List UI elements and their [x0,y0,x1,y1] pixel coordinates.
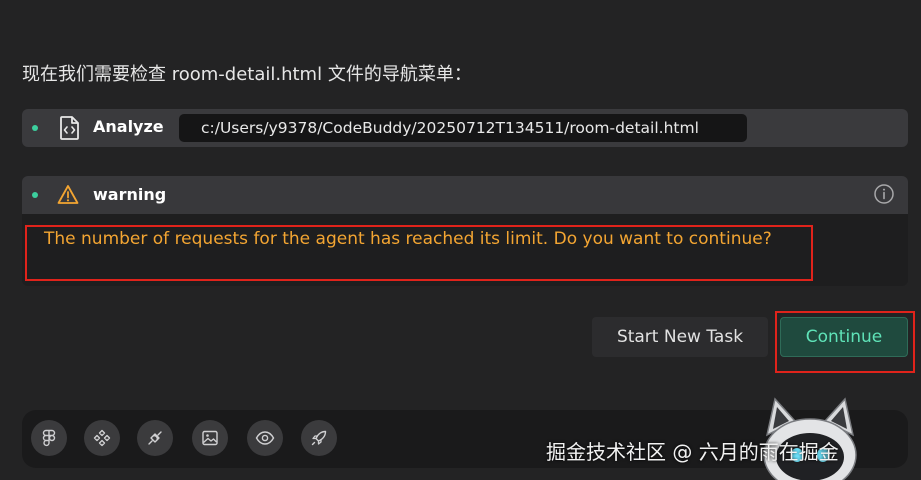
status-dot [32,192,38,198]
chat-panel: 现在我们需要检查 room-detail.html 文件的导航菜单： Analy… [0,0,921,480]
figma-icon[interactable] [31,420,67,456]
warning-message: The number of requests for the agent has… [44,229,772,249]
file-code-icon [58,116,80,144]
eye-icon[interactable] [247,420,283,456]
warning-card: warning The number of requests for the a… [22,176,908,286]
continue-button[interactable]: Continue [780,317,908,357]
file-path[interactable]: c:/Users/y9378/CodeBuddy/20250712T134511… [179,114,747,142]
analyze-label: Analyze [93,117,164,136]
plug-icon[interactable] [137,420,173,456]
analyze-step[interactable]: Analyze c:/Users/y9378/CodeBuddy/2025071… [22,109,908,147]
status-dot [32,125,38,131]
warning-body: The number of requests for the agent has… [22,214,908,286]
intro-message: 现在我们需要检查 room-detail.html 文件的导航菜单： [22,64,472,85]
info-icon[interactable] [873,183,895,209]
image-icon[interactable] [192,420,228,456]
warning-header: warning [22,176,908,214]
watermark: 掘金技术社区 @ 六月的雨在掘金 [546,440,839,464]
rocket-icon[interactable] [301,420,337,456]
start-new-task-button[interactable]: Start New Task [592,317,768,357]
warning-label: warning [93,185,167,204]
components-icon[interactable] [84,420,120,456]
warning-triangle-icon [57,184,79,209]
